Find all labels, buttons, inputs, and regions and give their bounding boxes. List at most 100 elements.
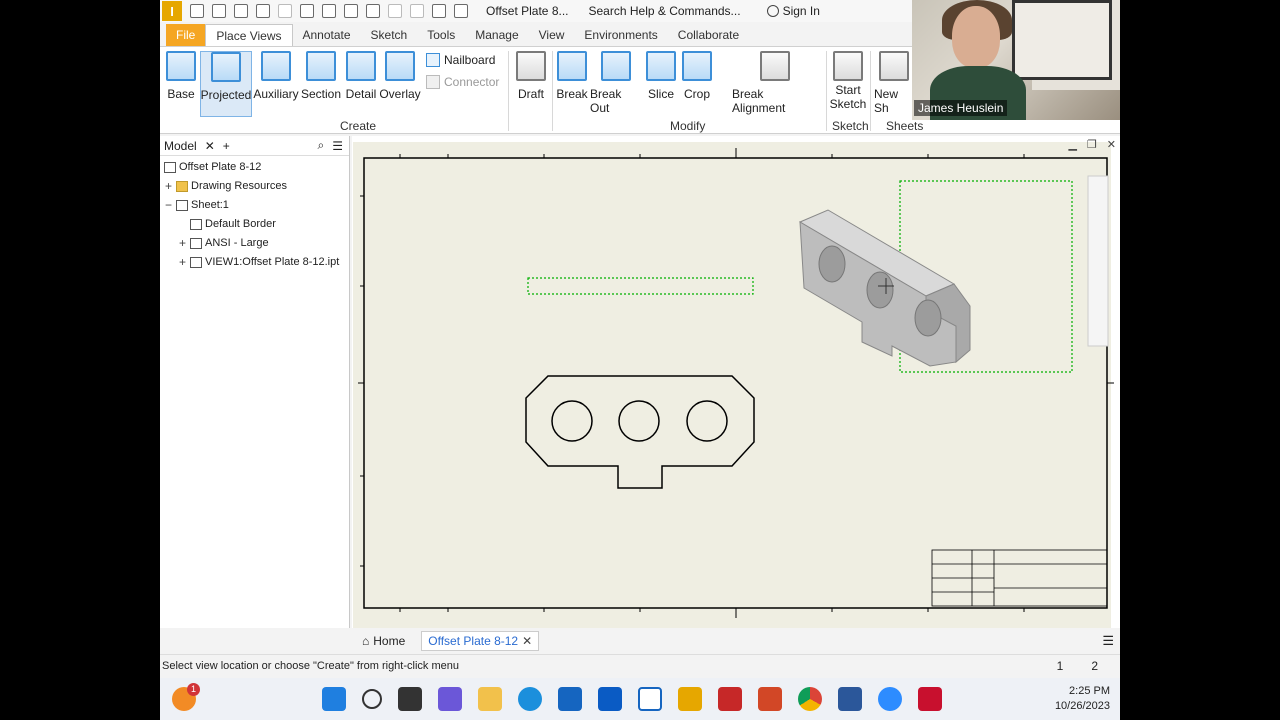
tab-annotate[interactable]: Annotate [293,24,361,46]
base-view-outline [525,375,755,489]
connector-button[interactable]: Connector [426,75,499,89]
chrome-icon[interactable] [798,687,822,711]
save-icon[interactable] [234,4,248,18]
solidworks-icon[interactable] [718,687,742,711]
search-icon[interactable]: ⌕ [318,138,325,153]
calculator-icon[interactable] [558,687,582,711]
tree-node-default-border[interactable]: Default Border [190,215,276,233]
section-label: Section [300,87,342,101]
navigation-bar [1087,175,1109,347]
projected-button[interactable]: Projected [200,51,252,117]
task-view-icon[interactable] [398,687,422,711]
overlay-view-icon [385,51,415,81]
offset-plate-tab[interactable]: Offset Plate 8-12 ✕ [421,631,540,651]
tab-sketch[interactable]: Sketch [361,24,418,46]
tree-node-drawing-resources[interactable]: + Drawing Resources [164,177,287,195]
break-out-button[interactable]: Break Out [590,51,642,117]
add-icon[interactable] [454,4,468,18]
add-tab-icon[interactable]: + [223,139,230,153]
close-icon[interactable]: ✕ [1107,138,1116,151]
tab-manage[interactable]: Manage [465,24,528,46]
canvas-app-icon[interactable] [638,687,662,711]
open-icon[interactable] [212,4,226,18]
browser-title: Model [164,138,197,153]
search-icon[interactable] [362,689,382,709]
clock-date: 10/26/2023 [1054,700,1110,712]
break-button[interactable]: Break [556,51,588,117]
projected-view-icon [211,52,241,82]
nailboard-label: Nailboard [444,53,496,67]
nailboard-button[interactable]: Nailboard [426,53,495,67]
file-explorer-icon[interactable] [478,687,502,711]
sign-in-button[interactable]: Sign In [766,4,820,18]
new-sheet-button[interactable]: New Sh [874,51,914,117]
new-icon[interactable] [190,4,204,18]
undo-icon[interactable] [256,4,270,18]
windows-start-icon[interactable] [322,687,346,711]
tab-collaborate[interactable]: Collaborate [668,24,749,46]
collapse-icon[interactable]: − [164,198,173,212]
notification-badge: 1 [187,683,200,696]
close-icon[interactable]: ✕ [205,139,215,153]
edge-icon[interactable] [518,687,542,711]
section-button[interactable]: Section [300,51,342,117]
zoom-icon[interactable] [878,687,902,711]
tab-file[interactable]: File [166,24,206,46]
expand-icon[interactable]: + [178,236,187,250]
tab-environments[interactable]: Environments [574,24,667,46]
restore-icon[interactable]: ❐ [1087,138,1097,151]
drawing-svg [358,148,1114,618]
tab-place-views[interactable]: Place Views [205,24,293,46]
tree-node-ansi-large[interactable]: + ANSI - Large [178,234,269,252]
tab-menu-icon[interactable]: ☰ [1102,633,1120,649]
start-sketch-button[interactable]: Start Sketch [830,51,866,117]
draft-button[interactable]: Draft [514,51,548,117]
measure-icon[interactable] [388,4,402,18]
drawing-canvas[interactable]: ▁ ❐ ✕ [352,136,1120,628]
minimize-icon[interactable]: ▁ [1068,138,1076,151]
tab-view[interactable]: View [529,24,575,46]
close-icon[interactable]: ✕ [522,634,532,648]
background-whiteboard [1012,0,1112,80]
help-search-input[interactable]: Search Help & Commands... [589,4,741,18]
expand-icon[interactable]: + [178,255,187,269]
outlook-icon[interactable] [598,687,622,711]
offset-plate-tab-label: Offset Plate 8-12 [428,634,519,648]
base-button[interactable]: Base [166,51,196,117]
menu-icon[interactable]: ☰ [332,139,349,153]
detail-button[interactable]: Detail [344,51,378,117]
slice-button[interactable]: Slice [646,51,676,117]
tab-tools[interactable]: Tools [417,24,465,46]
word-icon[interactable] [838,687,862,711]
expand-icon[interactable]: + [164,179,173,193]
tree-node-sheet[interactable]: − Sheet:1 [164,196,229,214]
inventor-taskbar-icon[interactable] [678,687,702,711]
notification-app-icon[interactable]: 1 [172,683,200,711]
chat-icon[interactable] [438,687,462,711]
overlay-button[interactable]: Overlay [379,51,421,117]
crop-button[interactable]: Crop [682,51,712,117]
select-icon[interactable] [410,4,424,18]
redo-icon[interactable] [278,4,292,18]
tree-node-view1[interactable]: + VIEW1:Offset Plate 8-12.ipt [178,253,339,271]
powerpoint-icon[interactable] [758,687,782,711]
acrobat-icon[interactable] [918,687,942,711]
projected-label: Projected [200,88,252,102]
inventor-logo[interactable]: I [162,1,182,21]
group-separator [552,51,553,131]
print-icon[interactable] [344,4,358,18]
home-icon: ⌂ [362,634,370,648]
appearance-icon[interactable] [432,4,446,18]
auxiliary-button[interactable]: Auxiliary [253,51,299,117]
taskbar-clock[interactable]: 2:25 PM 10/26/2023 [1055,684,1120,714]
update-icon[interactable] [366,4,380,18]
break-alignment-button[interactable]: Break Alignment [732,51,818,117]
webcam-overlay: James Heuslein [912,0,1120,120]
projects-icon[interactable] [322,4,336,18]
tree-node-offset-plate[interactable]: Offset Plate 8-12 [164,158,261,176]
detail-view-icon [346,51,376,81]
new-sheet-icon [879,51,909,81]
start-sketch-label-1: Start [835,83,861,97]
home-tab[interactable]: ⌂ Home [356,632,411,650]
home-icon[interactable] [300,4,314,18]
